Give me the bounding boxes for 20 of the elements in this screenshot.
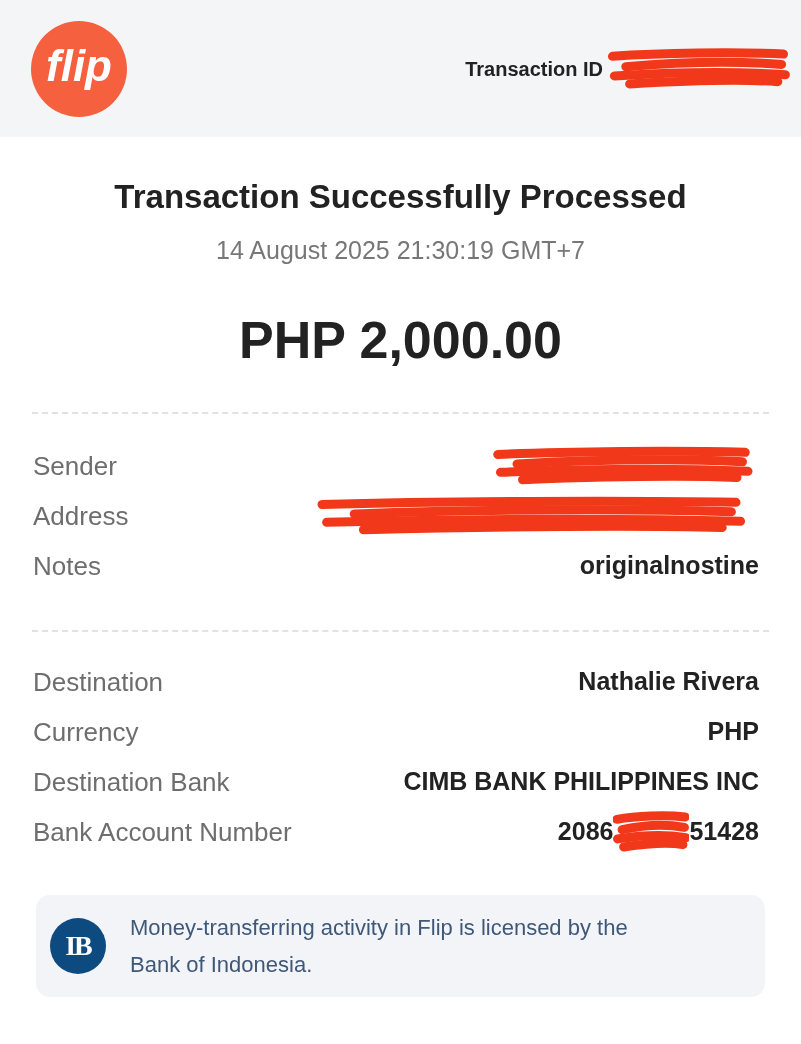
detail-label: Destination [33,665,164,699]
flip-logo: flip [31,20,127,117]
detail-label: Notes [33,549,101,583]
detail-value: 51428 [689,816,759,848]
detail-value: originalnostine [579,550,759,582]
status-title: Transaction Successfully Processed [113,179,688,215]
detail-value: PHP [707,716,759,748]
transfer-amount: PHP 2,000.00 [238,312,563,368]
detail-label: Address [33,499,129,533]
detail-value: CIMB BANK PHILIPPINES INC [403,766,759,798]
detail-value: 2086 [557,816,614,848]
transaction-timestamp: 14 August 2025 21:30:19 GMT+7 [215,236,586,264]
bank-logo: IB [50,918,106,974]
detail-label: Destination Bank [33,765,230,799]
detail-label: Currency [33,715,139,749]
license-text: Money-transferring activity in Flip is licensed by the Bank of Indonesia. [130,914,629,979]
detail-label: Sender [33,449,117,483]
detail-label: Bank Account Number [33,815,292,849]
detail-value: Nathalie Rivera [578,666,759,698]
transaction-id-label: Transaction ID [465,56,603,82]
